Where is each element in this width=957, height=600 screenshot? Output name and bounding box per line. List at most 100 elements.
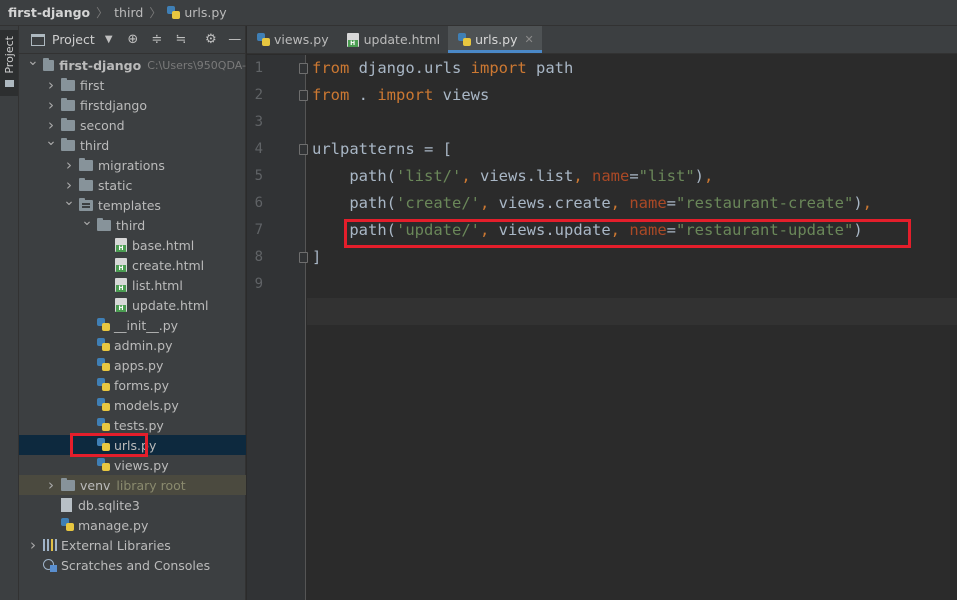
tree-item-first-django[interactable]: ⌄ first-django C:\Users\950QDA-: [19, 55, 246, 75]
code-token: =: [666, 194, 676, 212]
code-token: ,: [610, 194, 630, 212]
minimize-icon[interactable]: —: [228, 32, 242, 47]
code-line[interactable]: from . import views: [312, 82, 489, 109]
tree-item-models-py[interactable]: models.py: [19, 395, 246, 415]
file-icon: [61, 498, 72, 512]
breadcrumb-project[interactable]: first-django: [8, 5, 90, 20]
line-number: 3: [254, 114, 263, 130]
tree-item-label: templates: [98, 197, 161, 213]
fold-marker-icon[interactable]: [299, 144, 308, 155]
project-tree: ⌄ first-django C:\Users\950QDA- › first › firs…: [19, 55, 246, 575]
python-file-icon: [61, 518, 74, 532]
tree-item-templates-third[interactable]: ⌄ third: [19, 215, 246, 235]
tree-item-first[interactable]: › first: [19, 75, 246, 95]
project-strip-label: Project: [2, 36, 16, 74]
navigation-bar: first-django 〉 third 〉 urls.py: [0, 0, 957, 26]
fold-marker-icon[interactable]: [299, 90, 308, 101]
html-file-icon: [115, 298, 127, 312]
fold-marker-icon[interactable]: [299, 63, 308, 74]
tree-item-label: third: [80, 137, 110, 153]
chevron-right-icon[interactable]: ›: [45, 96, 57, 114]
code-line[interactable]: from django.urls import path: [312, 55, 573, 82]
chevron-right-icon[interactable]: ›: [45, 476, 57, 494]
tree-item-label: third: [116, 217, 146, 233]
tab-urls-py[interactable]: urls.py ✕: [448, 26, 542, 53]
tool-window-strip: Project: [0, 26, 19, 600]
breadcrumb-file[interactable]: urls.py: [184, 5, 226, 20]
code-editor[interactable]: 123456789 from django.urls import path fr…: [247, 55, 957, 600]
tab-label: update.html: [363, 32, 441, 47]
tree-item-firstdjango[interactable]: › firstdjango: [19, 95, 246, 115]
tree-item-label: venv: [80, 477, 111, 493]
tree-item-manage-py[interactable]: manage.py: [19, 515, 246, 535]
folder-icon: [4, 79, 14, 87]
tree-item-templates[interactable]: ⌄ templates: [19, 195, 246, 215]
folder-icon: [97, 217, 111, 231]
tree-item-label: apps.py: [114, 357, 164, 373]
breadcrumb-folder[interactable]: third: [114, 5, 143, 20]
chevron-down-icon[interactable]: ▼: [102, 34, 116, 45]
folder-icon: [61, 477, 75, 491]
tab-update-html[interactable]: update.html: [337, 26, 449, 53]
chevron-right-icon[interactable]: ›: [45, 116, 57, 134]
settings-icon[interactable]: ⚙: [204, 32, 218, 47]
collapse-all-icon[interactable]: ≒: [174, 32, 188, 47]
code-token: ,: [573, 167, 592, 185]
tree-item-admin-py[interactable]: admin.py: [19, 335, 246, 355]
tree-item-external-libraries[interactable]: › External Libraries: [19, 535, 246, 555]
crosshair-icon[interactable]: ⊕: [126, 32, 140, 47]
tree-item-base-html[interactable]: base.html: [19, 235, 246, 255]
python-file-icon: [97, 458, 110, 472]
tree-item-init-py[interactable]: __init__.py: [19, 315, 246, 335]
tree-item-label: first-django: [59, 57, 142, 73]
tree-item-scratches-and-consoles[interactable]: Scratches and Consoles: [19, 555, 246, 575]
code-line[interactable]: urlpatterns = [: [312, 136, 452, 163]
code-token: 'list/': [396, 167, 462, 185]
tree-item-label: static: [98, 177, 133, 193]
folder-icon: [61, 117, 75, 131]
chevron-down-icon[interactable]: ⌄: [63, 195, 75, 209]
library-icon: [43, 539, 57, 551]
project-tool-window-button[interactable]: Project: [0, 30, 18, 96]
html-file-icon: [115, 258, 127, 272]
tree-item-list-html[interactable]: list.html: [19, 275, 246, 295]
editor: views.py update.html urls.py ✕ 1 2 3 4 5 6 7 8 9 fr…: [247, 26, 957, 600]
tree-item-tests-py[interactable]: tests.py: [19, 415, 246, 435]
tree-item-update-html[interactable]: update.html: [19, 295, 246, 315]
chevron-right-icon[interactable]: ›: [63, 156, 75, 174]
code-token: from: [312, 86, 350, 104]
tree-item-third[interactable]: ⌄ third: [19, 135, 246, 155]
tree-item-migrations[interactable]: › migrations: [19, 155, 246, 175]
tree-item-second[interactable]: › second: [19, 115, 246, 135]
chevron-right-icon[interactable]: ›: [63, 176, 75, 194]
code-line[interactable]: path('create/', views.create, name="rest…: [312, 190, 872, 217]
tree-item-create-html[interactable]: create.html: [19, 255, 246, 275]
fold-marker-icon[interactable]: [299, 252, 308, 263]
line-number: 6: [254, 195, 263, 211]
close-tab-icon[interactable]: ✕: [524, 33, 533, 46]
chevron-right-icon[interactable]: ›: [27, 536, 39, 554]
tree-item-apps-py[interactable]: apps.py: [19, 355, 246, 375]
project-panel-header: Project ▼ ⊕ ≑ ≒ ⚙ —: [19, 26, 245, 54]
breadcrumb-separator-icon: 〉: [149, 6, 162, 20]
chevron-down-icon[interactable]: ⌄: [45, 135, 57, 149]
project-panel: Project ▼ ⊕ ≑ ≒ ⚙ — ⌄ first-django C:\User…: [19, 26, 246, 600]
code-token: views.list: [480, 167, 574, 185]
code-line[interactable]: path('list/', views.list, name="list"),: [312, 163, 713, 190]
tree-item-views-py[interactable]: views.py: [19, 455, 246, 475]
tree-item-static[interactable]: › static: [19, 175, 246, 195]
tree-item-db-sqlite3[interactable]: db.sqlite3: [19, 495, 246, 515]
tree-item-venv[interactable]: › venv library root: [19, 475, 246, 495]
tree-item-label: first: [80, 77, 105, 93]
tab-views-py[interactable]: views.py: [247, 26, 337, 53]
project-panel-title[interactable]: Project: [52, 32, 95, 47]
python-file-icon: [97, 318, 110, 332]
code-line[interactable]: ]: [312, 244, 321, 271]
highlight-box-line-7: [344, 219, 911, 248]
tree-item-forms-py[interactable]: forms.py: [19, 375, 246, 395]
expand-all-icon[interactable]: ≑: [150, 32, 164, 47]
chevron-down-icon[interactable]: ⌄: [81, 215, 93, 229]
chevron-right-icon[interactable]: ›: [45, 76, 57, 94]
chevron-down-icon[interactable]: ⌄: [27, 55, 39, 69]
code-token: path(: [312, 194, 396, 212]
